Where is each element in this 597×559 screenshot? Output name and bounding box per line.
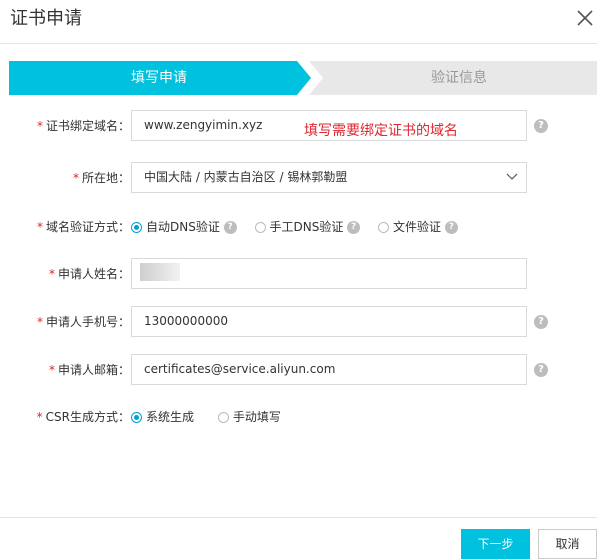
- radio-button-selected[interactable]: [131, 412, 142, 423]
- question-icon[interactable]: ?: [534, 315, 548, 329]
- radio-manual-dns[interactable]: 手工DNS验证 ?: [254, 219, 361, 235]
- email-input[interactable]: certificates@service.aliyun.com: [131, 354, 527, 385]
- csr-label: * CSR生成方式：: [36, 410, 130, 424]
- dialog-title: 证书申请: [10, 8, 82, 29]
- domain-label: * 证书绑定域名：: [36, 119, 130, 133]
- required-mark: *: [36, 315, 43, 329]
- question-icon[interactable]: ?: [534, 119, 548, 133]
- radio-button-selected[interactable]: [131, 222, 142, 233]
- certificate-application-dialog: 证书申请 填写申请 验证信息 * 证书绑定域名： www.zengyimin.xy…: [0, 0, 597, 559]
- required-mark: *: [48, 267, 55, 281]
- radio-button[interactable]: [217, 412, 229, 423]
- step-verify-info: 验证信息: [431, 70, 487, 86]
- radio-button[interactable]: [378, 222, 389, 233]
- applicant-name-label: * 申请人姓名：: [48, 267, 130, 281]
- redacted-name-blur: [140, 263, 180, 281]
- email-label: * 申请人邮箱：: [48, 363, 130, 377]
- required-mark: *: [36, 220, 43, 234]
- radio-system-generate[interactable]: 系统生成: [131, 409, 194, 425]
- chevron-down-icon[interactable]: [505, 172, 519, 182]
- phone-input[interactable]: 13000000000: [131, 306, 527, 337]
- question-icon[interactable]: ?: [347, 221, 361, 234]
- question-icon[interactable]: ?: [534, 363, 548, 377]
- verify-method-label: * 域名验证方式：: [36, 220, 130, 234]
- radio-manual-fill[interactable]: 手动填写: [217, 409, 281, 425]
- progress-steps: 填写申请 验证信息: [9, 61, 597, 95]
- applicant-name-input[interactable]: [131, 258, 527, 289]
- radio-file-verify[interactable]: 文件验证 ?: [378, 219, 458, 235]
- header-divider: [0, 43, 597, 44]
- next-step-button[interactable]: 下一步: [461, 529, 530, 559]
- verify-method-radio-group: 自动DNS验证 ? 手工DNS验证 ? 文件验证 ?: [131, 219, 472, 235]
- required-mark: *: [72, 171, 79, 185]
- cancel-button[interactable]: 取消: [538, 529, 597, 559]
- radio-button[interactable]: [254, 222, 266, 233]
- phone-label: * 申请人手机号：: [36, 315, 130, 329]
- step-fill-application: 填写申请: [131, 70, 187, 86]
- required-mark: *: [48, 363, 55, 377]
- domain-annotation: 填写需要绑定证书的域名: [304, 123, 458, 139]
- required-mark: *: [36, 119, 43, 133]
- csr-radio-group: 系统生成 手动填写: [131, 409, 295, 425]
- footer-divider: [0, 517, 597, 518]
- location-label: * 所在地：: [72, 171, 130, 185]
- radio-auto-dns[interactable]: 自动DNS验证 ?: [131, 219, 237, 235]
- question-icon[interactable]: ?: [223, 221, 237, 234]
- question-icon[interactable]: ?: [444, 221, 458, 234]
- location-select[interactable]: 中国大陆 / 内蒙古自治区 / 锡林郭勒盟: [131, 162, 527, 193]
- required-mark: *: [36, 410, 43, 424]
- close-icon[interactable]: [574, 7, 596, 29]
